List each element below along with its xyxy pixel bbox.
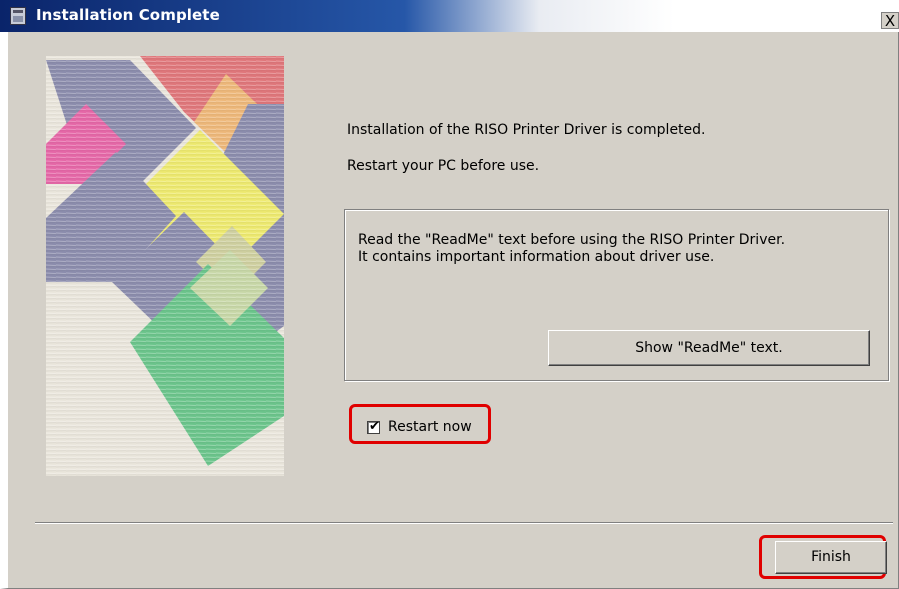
installer-banner-image: [46, 56, 284, 476]
readme-groupbox: Read the "ReadMe" text before using the …: [344, 209, 889, 381]
installer-dialog: Installation Complete X Installation of …: [0, 0, 899, 589]
restart-instruction: Restart your PC before use.: [347, 158, 540, 174]
close-button[interactable]: X: [881, 12, 899, 29]
show-readme-button[interactable]: Show "ReadMe" text.: [548, 330, 870, 366]
restart-now-label[interactable]: Restart now: [388, 419, 472, 435]
readme-description: Read the "ReadMe" text before using the …: [358, 232, 786, 265]
window-title: Installation Complete: [36, 6, 220, 24]
banner-mosaic-graphic: [46, 56, 284, 476]
completion-message: Installation of the RISO Printer Driver …: [347, 122, 706, 138]
title-bar: Installation Complete X: [0, 0, 899, 32]
footer-divider: [35, 522, 893, 524]
installer-app-icon: [10, 7, 26, 25]
checkmark-icon: ✔: [369, 418, 380, 434]
restart-now-checkbox-row[interactable]: ✔ Restart now: [367, 412, 472, 442]
restart-now-checkbox[interactable]: ✔: [367, 419, 380, 434]
finish-button[interactable]: Finish: [775, 541, 887, 574]
